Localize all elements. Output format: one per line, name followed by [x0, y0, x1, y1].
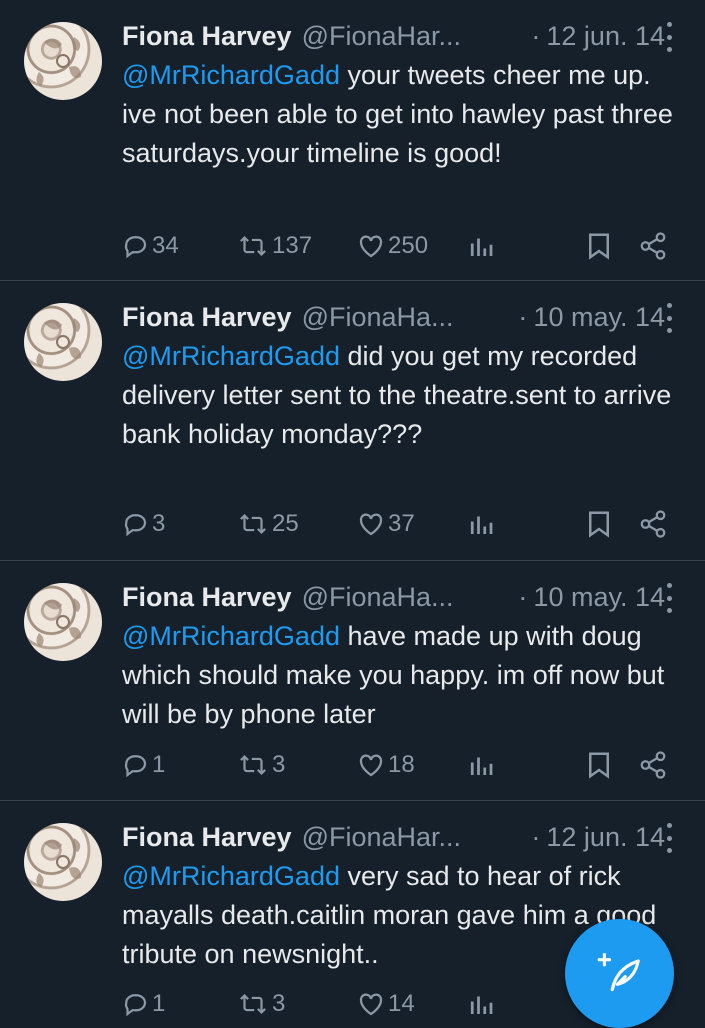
separator-dot: ·: [531, 821, 541, 852]
views-button[interactable]: [468, 228, 494, 264]
views-icon: [470, 238, 493, 256]
avatar[interactable]: [24, 303, 102, 381]
retweet-count: 25: [272, 510, 299, 537]
author-handle[interactable]: @FionaHar...: [302, 21, 461, 52]
reply-icon: [124, 236, 147, 259]
reply-count: 1: [152, 751, 166, 778]
views-button[interactable]: [468, 986, 494, 1022]
avatar[interactable]: [24, 22, 102, 100]
tweet-actions: 1 3 18: [120, 747, 675, 783]
like-button[interactable]: 250: [356, 228, 428, 264]
tweet-text: @MrRichardGadd did you get my recorded d…: [122, 337, 685, 454]
author-handle[interactable]: @FionaHa...: [302, 582, 454, 613]
separator-dot: ·: [531, 20, 541, 51]
retweet-icon: [240, 993, 266, 1015]
bookmark-icon: [589, 511, 609, 538]
bookmark-button[interactable]: [586, 506, 612, 542]
reply-count: 1: [152, 990, 166, 1017]
tweet-actions: 3 25 37: [120, 506, 675, 542]
like-button[interactable]: 18: [356, 747, 415, 783]
reply-count: 34: [152, 232, 179, 259]
retweet-button[interactable]: 3: [236, 747, 285, 783]
author-handle[interactable]: @FionaHa...: [302, 302, 454, 333]
like-icon: [359, 993, 383, 1016]
views-button[interactable]: [468, 747, 494, 783]
like-count: 37: [388, 510, 415, 537]
views-button[interactable]: [468, 506, 494, 542]
bookmark-icon: [589, 233, 609, 260]
like-icon: [359, 235, 383, 258]
tweet-date[interactable]: 12 jun. 14: [546, 21, 665, 52]
more-icon[interactable]: [663, 22, 675, 52]
tweet-date[interactable]: 10 may. 14: [533, 302, 665, 333]
tweet[interactable]: Fiona Harvey @FionaHa... · 10 may. 14 @M…: [0, 561, 705, 801]
reply-button[interactable]: 1: [120, 747, 165, 783]
retweet-icon: [240, 513, 266, 535]
retweet-count: 3: [272, 751, 286, 778]
tweet-text: @MrRichardGadd have made up with doug wh…: [122, 617, 685, 734]
tweet[interactable]: Fiona Harvey @FionaHar... · 12 jun. 14 @…: [0, 0, 705, 281]
mention-link[interactable]: @MrRichardGadd: [122, 60, 340, 90]
compose-button[interactable]: [565, 919, 674, 1028]
author-name[interactable]: Fiona Harvey: [122, 302, 292, 333]
reply-icon: [124, 755, 147, 778]
retweet-icon: [240, 235, 266, 257]
like-icon: [359, 754, 383, 777]
bookmark-button[interactable]: [586, 228, 612, 264]
author-name[interactable]: Fiona Harvey: [122, 21, 292, 52]
like-button[interactable]: 14: [356, 986, 415, 1022]
reply-icon: [124, 994, 147, 1017]
retweet-button[interactable]: 25: [236, 506, 299, 542]
mention-link[interactable]: @MrRichardGadd: [122, 621, 340, 651]
tweet-actions: 34 137 250: [120, 228, 675, 264]
mention-link[interactable]: @MrRichardGadd: [122, 341, 340, 371]
compose-icon: [597, 952, 640, 991]
bookmark-button[interactable]: [586, 747, 612, 783]
share-button[interactable]: [638, 747, 668, 783]
like-count: 14: [388, 990, 415, 1017]
bookmark-icon: [589, 752, 609, 779]
author-name[interactable]: Fiona Harvey: [122, 582, 292, 613]
tweet-header: Fiona Harvey @FionaHar... · 12 jun. 14: [122, 16, 665, 56]
reply-count: 3: [152, 510, 166, 537]
reply-icon: [124, 514, 147, 537]
like-button[interactable]: 37: [356, 506, 415, 542]
avatar[interactable]: [24, 583, 102, 661]
views-icon: [470, 996, 493, 1014]
share-icon: [640, 232, 666, 260]
author-name[interactable]: Fiona Harvey: [122, 822, 292, 853]
retweet-icon: [240, 754, 266, 776]
avatar[interactable]: [24, 823, 102, 901]
separator-dot: ·: [518, 581, 528, 612]
views-icon: [470, 516, 493, 534]
share-button[interactable]: [638, 506, 668, 542]
separator-dot: ·: [518, 301, 528, 332]
like-count: 18: [388, 751, 415, 778]
more-icon[interactable]: [663, 583, 675, 613]
retweet-count: 137: [272, 232, 313, 259]
like-count: 250: [388, 232, 429, 259]
views-icon: [470, 757, 493, 775]
tweet-date[interactable]: 10 may. 14: [533, 582, 665, 613]
retweet-count: 3: [272, 990, 286, 1017]
mention-link[interactable]: @MrRichardGadd: [122, 861, 340, 891]
tweet-text: @MrRichardGadd your tweets cheer me up. …: [122, 56, 685, 173]
reply-button[interactable]: 1: [120, 986, 165, 1022]
tweet-date[interactable]: 12 jun. 14: [546, 822, 665, 853]
more-icon[interactable]: [663, 303, 675, 333]
like-icon: [359, 513, 383, 536]
retweet-button[interactable]: 137: [236, 228, 312, 264]
tweet-header: Fiona Harvey @FionaHa... · 10 may. 14: [122, 577, 665, 617]
author-handle[interactable]: @FionaHar...: [302, 822, 461, 853]
tweet[interactable]: Fiona Harvey @FionaHa... · 10 may. 14 @M…: [0, 281, 705, 561]
reply-button[interactable]: 34: [120, 228, 179, 264]
retweet-button[interactable]: 3: [236, 986, 285, 1022]
tweet-header: Fiona Harvey @FionaHa... · 10 may. 14: [122, 297, 665, 337]
share-button[interactable]: [638, 228, 668, 264]
share-icon: [640, 510, 666, 538]
more-icon[interactable]: [663, 823, 675, 853]
reply-button[interactable]: 3: [120, 506, 165, 542]
share-icon: [640, 751, 666, 779]
tweet-header: Fiona Harvey @FionaHar... · 12 jun. 14: [122, 817, 665, 857]
